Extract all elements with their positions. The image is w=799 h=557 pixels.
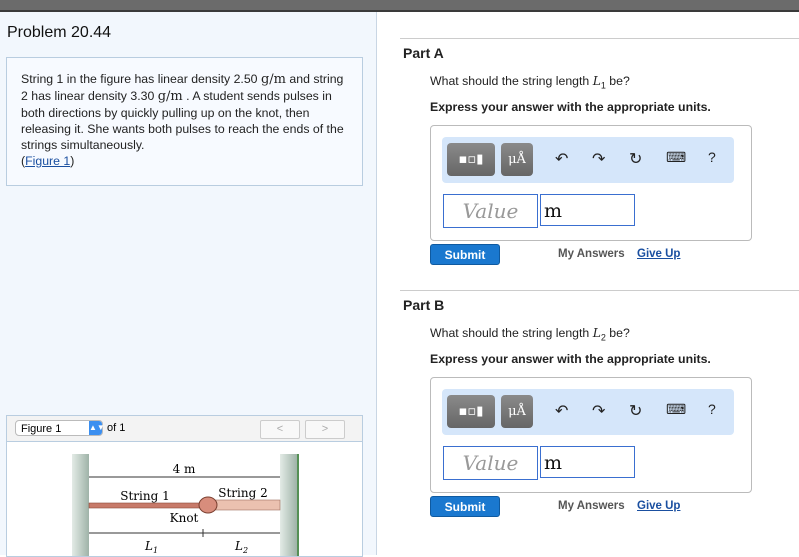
select-arrows-icon: ▲▼ xyxy=(89,421,105,435)
string-1-label: String 1 xyxy=(120,489,169,503)
give-up-link[interactable]: Give Up xyxy=(637,500,680,512)
keyboard-icon[interactable]: ⌨ xyxy=(666,401,686,418)
undo-icon[interactable]: ↶ xyxy=(555,401,568,421)
figure-select-value: Figure 1 xyxy=(21,423,62,435)
part-b-question: What should the string length L2 be? xyxy=(430,326,630,343)
help-button[interactable]: ? xyxy=(708,401,716,417)
part-b-instructions: Express your answer with the appropriate… xyxy=(430,352,711,366)
units-button[interactable]: μÅ xyxy=(501,143,533,176)
templates-icon[interactable]: ▪▫▮ xyxy=(447,395,495,428)
figure-link[interactable]: Figure 1 xyxy=(25,154,70,168)
unit: g/m xyxy=(260,72,286,87)
part-b-submit-button[interactable]: Submit xyxy=(430,496,500,517)
length-label: 4 m xyxy=(173,462,196,476)
prev-figure-button[interactable]: < xyxy=(260,420,300,439)
part-b-header: Part B xyxy=(403,297,445,313)
math-toolbar: ▪▫▮ μÅ ↶ ↷ ↻ ⌨ ? xyxy=(442,137,734,183)
part-a-submit-button[interactable]: Submit xyxy=(430,244,500,265)
unit-input[interactable]: m xyxy=(540,446,635,478)
problem-title: Problem 20.44 xyxy=(7,24,112,41)
units-button[interactable]: μÅ xyxy=(501,395,533,428)
redo-icon[interactable]: ↷ xyxy=(592,401,605,421)
keyboard-icon[interactable]: ⌨ xyxy=(666,149,686,166)
string-2-label: String 2 xyxy=(218,486,267,500)
undo-icon[interactable]: ↶ xyxy=(555,149,568,169)
my-answers-link[interactable]: My Answers xyxy=(558,500,625,512)
knot xyxy=(198,496,218,514)
value-input[interactable]: Value xyxy=(443,194,538,228)
knot-label: Knot xyxy=(170,511,199,525)
part-b-answer-box: ▪▫▮ μÅ ↶ ↷ ↻ ⌨ ? Value m xyxy=(430,377,752,493)
math-toolbar: ▪▫▮ μÅ ↶ ↷ ↻ ⌨ ? xyxy=(442,389,734,435)
problem-statement: String 1 in the figure has linear densit… xyxy=(21,71,351,169)
l2-label: L2 xyxy=(234,539,248,555)
part-a-instructions: Express your answer with the appropriate… xyxy=(430,100,711,114)
my-answers-link[interactable]: My Answers xyxy=(558,248,625,260)
figure-header: Figure 1 ▲▼ of 1 < > xyxy=(7,416,362,442)
part-a-header: Part A xyxy=(403,45,444,61)
reset-icon[interactable]: ↻ xyxy=(629,401,642,421)
l1-label: L1 xyxy=(144,539,158,555)
left-wall xyxy=(72,454,89,556)
help-button[interactable]: ? xyxy=(708,149,716,165)
part-a-answer-box: ▪▫▮ μÅ ↶ ↷ ↻ ⌨ ? Value m xyxy=(430,125,752,241)
value-input[interactable]: Value xyxy=(443,446,538,480)
give-up-link[interactable]: Give Up xyxy=(637,248,680,260)
redo-icon[interactable]: ↷ xyxy=(592,149,605,169)
next-figure-button[interactable]: > xyxy=(305,420,345,439)
unit-input[interactable]: m xyxy=(540,194,635,226)
right-wall xyxy=(280,454,297,556)
reset-icon[interactable]: ↻ xyxy=(629,149,642,169)
divider xyxy=(400,290,799,291)
string-1 xyxy=(88,502,205,509)
string-2 xyxy=(211,499,281,511)
unit: g/m xyxy=(157,89,183,104)
text: String 1 in the figure has linear densit… xyxy=(21,72,261,86)
figure-panel: Figure 1 ▲▼ of 1 < > 4 m String 1 String … xyxy=(6,415,363,557)
templates-icon[interactable]: ▪▫▮ xyxy=(447,143,495,176)
string-figure: 4 m String 1 String 2 Knot L1 L2 xyxy=(72,454,299,556)
figure-count: of 1 xyxy=(107,422,126,434)
paren: ) xyxy=(70,154,75,168)
problem-statement-box: String 1 in the figure has linear densit… xyxy=(6,57,363,186)
figure-select[interactable]: Figure 1 ▲▼ xyxy=(15,420,105,436)
divider xyxy=(400,38,799,39)
part-a-question: What should the string length L1 be? xyxy=(430,74,630,91)
top-bar xyxy=(0,0,799,12)
